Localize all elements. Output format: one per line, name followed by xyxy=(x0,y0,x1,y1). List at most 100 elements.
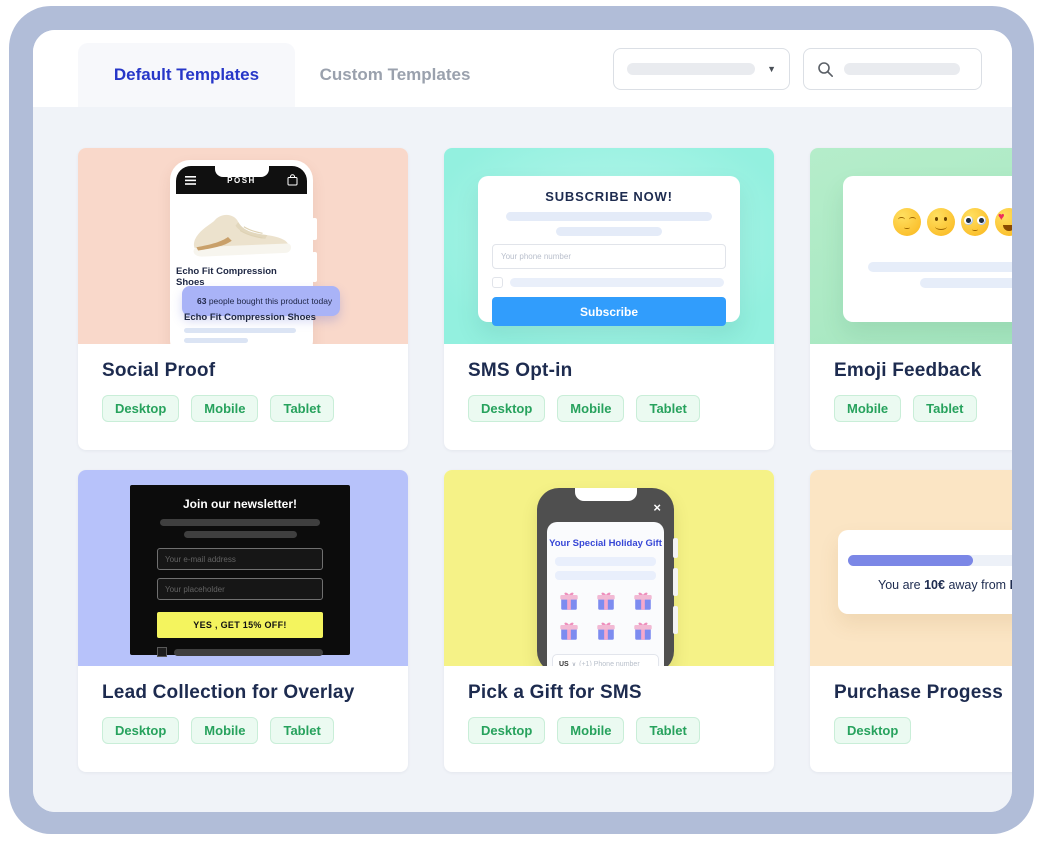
country-code: US xyxy=(559,661,569,666)
device-tags: Desktop Mobile Tablet xyxy=(468,395,764,422)
progress-fill xyxy=(848,555,973,566)
close-icon: × xyxy=(653,500,661,515)
relieved-face-icon xyxy=(893,208,921,236)
gift-icon xyxy=(558,590,580,612)
tag-desktop: Desktop xyxy=(468,395,546,422)
tab-custom-templates-label: Custom Templates xyxy=(319,65,471,84)
template-card-lead-collection[interactable]: Join our newsletter! Your e-mail address… xyxy=(78,470,408,772)
email-placeholder: Your e-mail address xyxy=(165,554,236,564)
consent-row xyxy=(157,647,323,657)
search-input[interactable] xyxy=(803,48,982,90)
progress-text: You are 10€ away from FRE xyxy=(878,578,1012,592)
text-placeholder-bar xyxy=(506,212,712,221)
tag-mobile: Mobile xyxy=(557,395,625,422)
hamburger-menu-icon xyxy=(185,175,196,185)
text-placeholder-bar xyxy=(868,262,1012,272)
tag-mobile: Mobile xyxy=(557,717,625,744)
filter-dropdown[interactable]: ▼ xyxy=(613,48,790,90)
text-placeholder-bar xyxy=(555,557,656,566)
template-card-social-proof[interactable]: POSH Echo Fit Compression Shoes 63 peopl… xyxy=(78,148,408,450)
phone-notch xyxy=(214,166,269,177)
phone-number-field: US ∨ (+1) Phone number xyxy=(552,654,659,666)
text-placeholder-bar xyxy=(160,519,320,526)
card-title: Social Proof xyxy=(102,360,216,381)
lead-collection-preview: Join our newsletter! Your e-mail address… xyxy=(78,470,408,666)
subscribe-modal: SUBSCRIBE NOW! Your phone number Subscri… xyxy=(478,176,740,326)
phone-side-button xyxy=(312,252,317,282)
consent-row xyxy=(492,277,726,288)
text-placeholder-bar xyxy=(184,328,296,333)
dropdown-placeholder-bar xyxy=(627,63,755,75)
template-card-purchase-progress[interactable]: You are 10€ away from FRE Purchase Proge… xyxy=(810,470,1012,772)
phone-number-placeholder: (+1) Phone number xyxy=(579,661,640,666)
badge-text: 63 people bought this product today xyxy=(197,296,333,306)
text-placeholder-bar xyxy=(184,338,248,343)
product-name: Echo Fit Compression Shoes xyxy=(176,266,277,288)
template-grid: POSH Echo Fit Compression Shoes 63 peopl… xyxy=(33,107,1012,812)
text-placeholder-bar xyxy=(920,278,1012,288)
tag-desktop: Desktop xyxy=(468,717,546,744)
sms-opt-in-preview: SUBSCRIBE NOW! Your phone number Subscri… xyxy=(444,148,774,344)
gift-grid xyxy=(558,590,654,642)
text-placeholder-bar xyxy=(556,227,662,236)
phone-side-button xyxy=(673,606,678,634)
card-title: Purchase Progess xyxy=(834,682,1004,703)
template-card-pick-a-gift[interactable]: × Your Special Holiday Gift US ∨ (+1) Ph… xyxy=(444,470,774,772)
gift-heading: Your Special Holiday Gift xyxy=(549,538,662,549)
card-title: SMS Opt-in xyxy=(468,360,573,381)
text-placeholder-bar xyxy=(174,648,323,656)
phone-appbar: POSH xyxy=(176,166,307,194)
offer-button: YES , GET 15% OFF! xyxy=(157,612,323,638)
product-image xyxy=(176,208,307,266)
progress-banner: You are 10€ away from FRE xyxy=(838,530,1012,614)
checkbox xyxy=(492,277,503,288)
phone-notch xyxy=(574,488,637,501)
tab-default-templates[interactable]: Default Templates xyxy=(78,43,295,107)
gift-icon xyxy=(595,590,617,612)
card-title: Emoji Feedback xyxy=(834,360,982,381)
gift-icon xyxy=(595,620,617,642)
text-placeholder-bar xyxy=(510,278,724,287)
device-tags: Desktop xyxy=(834,717,1012,744)
device-tags: Mobile Tablet xyxy=(834,395,1012,422)
card-title: Lead Collection for Overlay xyxy=(102,682,355,703)
modal-heading: SUBSCRIBE NOW! xyxy=(545,189,673,204)
shopping-bag-icon xyxy=(287,174,298,186)
tag-desktop: Desktop xyxy=(102,717,180,744)
template-card-sms-opt-in[interactable]: SUBSCRIBE NOW! Your phone number Subscri… xyxy=(444,148,774,450)
pick-a-gift-preview: × Your Special Holiday Gift US ∨ (+1) Ph… xyxy=(444,470,774,666)
tag-tablet: Tablet xyxy=(636,395,700,422)
device-tags: Desktop Mobile Tablet xyxy=(102,395,398,422)
heart-eyes-face-icon: ♥♥ xyxy=(995,208,1012,236)
modal-heading: Join our newsletter! xyxy=(182,497,298,511)
text-placeholder-bar xyxy=(555,571,656,580)
phone-side-button xyxy=(312,218,317,240)
product-name: Echo Fit Compression Shoes xyxy=(184,312,316,323)
slightly-smiling-face-icon xyxy=(927,208,955,236)
tag-mobile: Mobile xyxy=(834,395,902,422)
chevron-down-icon: ▼ xyxy=(767,64,776,74)
gift-icon xyxy=(558,620,580,642)
purchase-progress-preview: You are 10€ away from FRE xyxy=(810,470,1012,666)
phone-screen: Your Special Holiday Gift US ∨ (+1) Phon… xyxy=(547,522,664,666)
tag-mobile: Mobile xyxy=(191,717,259,744)
phone-mockup: × Your Special Holiday Gift US ∨ (+1) Ph… xyxy=(537,488,678,666)
tab-custom-templates[interactable]: Custom Templates xyxy=(295,43,495,107)
template-card-emoji-feedback[interactable]: ♥♥ Emoji Feedback Mobile Tablet xyxy=(810,148,1012,450)
emoji-row: ♥♥ xyxy=(893,208,1012,236)
phone-side-button xyxy=(673,568,678,596)
progress-track xyxy=(848,555,1012,566)
app-window: Default Templates Custom Templates ▼ POS… xyxy=(33,30,1012,812)
tag-tablet: Tablet xyxy=(636,717,700,744)
newsletter-modal: Join our newsletter! Your e-mail address… xyxy=(130,485,350,657)
phone-side-button xyxy=(673,538,678,558)
subscribe-button: Subscribe xyxy=(492,297,726,326)
chevron-down-icon: ∨ xyxy=(571,662,577,666)
tag-mobile: Mobile xyxy=(191,395,259,422)
search-placeholder-bar xyxy=(844,63,960,75)
phone-number-field: Your phone number xyxy=(492,244,726,269)
pleading-face-icon xyxy=(961,208,989,236)
gift-icon xyxy=(632,590,654,612)
feedback-modal: ♥♥ xyxy=(843,176,1012,322)
search-icon xyxy=(818,61,833,77)
